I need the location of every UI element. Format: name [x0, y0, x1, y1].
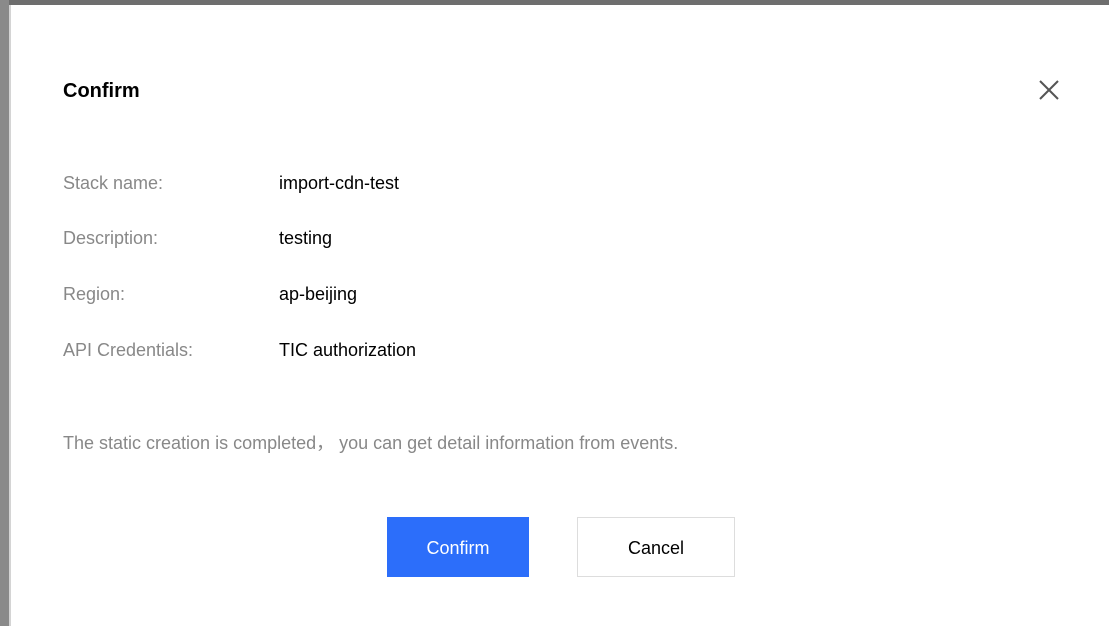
- window-frame-left: [0, 0, 9, 626]
- close-button[interactable]: [1033, 74, 1065, 106]
- stack-name-value: import-cdn-test: [279, 173, 400, 193]
- completion-message: The static creation is completed， you ca…: [63, 433, 679, 453]
- confirm-button[interactable]: Confirm: [387, 517, 529, 577]
- stack-name-label: Stack name:: [63, 173, 164, 193]
- description-label: Description:: [63, 228, 159, 248]
- api-credentials-label: API Credentials:: [63, 340, 194, 360]
- close-icon: [1039, 80, 1059, 100]
- api-credentials-value: TIC authorization: [279, 340, 417, 360]
- dialog-title: Confirm: [63, 80, 140, 102]
- confirm-dialog: Confirm Stack name: import-cdn-test Desc…: [11, 5, 1109, 626]
- region-value: ap-beijing: [279, 284, 358, 304]
- description-value: testing: [279, 228, 333, 248]
- region-label: Region:: [63, 284, 126, 304]
- cancel-button[interactable]: Cancel: [577, 517, 735, 577]
